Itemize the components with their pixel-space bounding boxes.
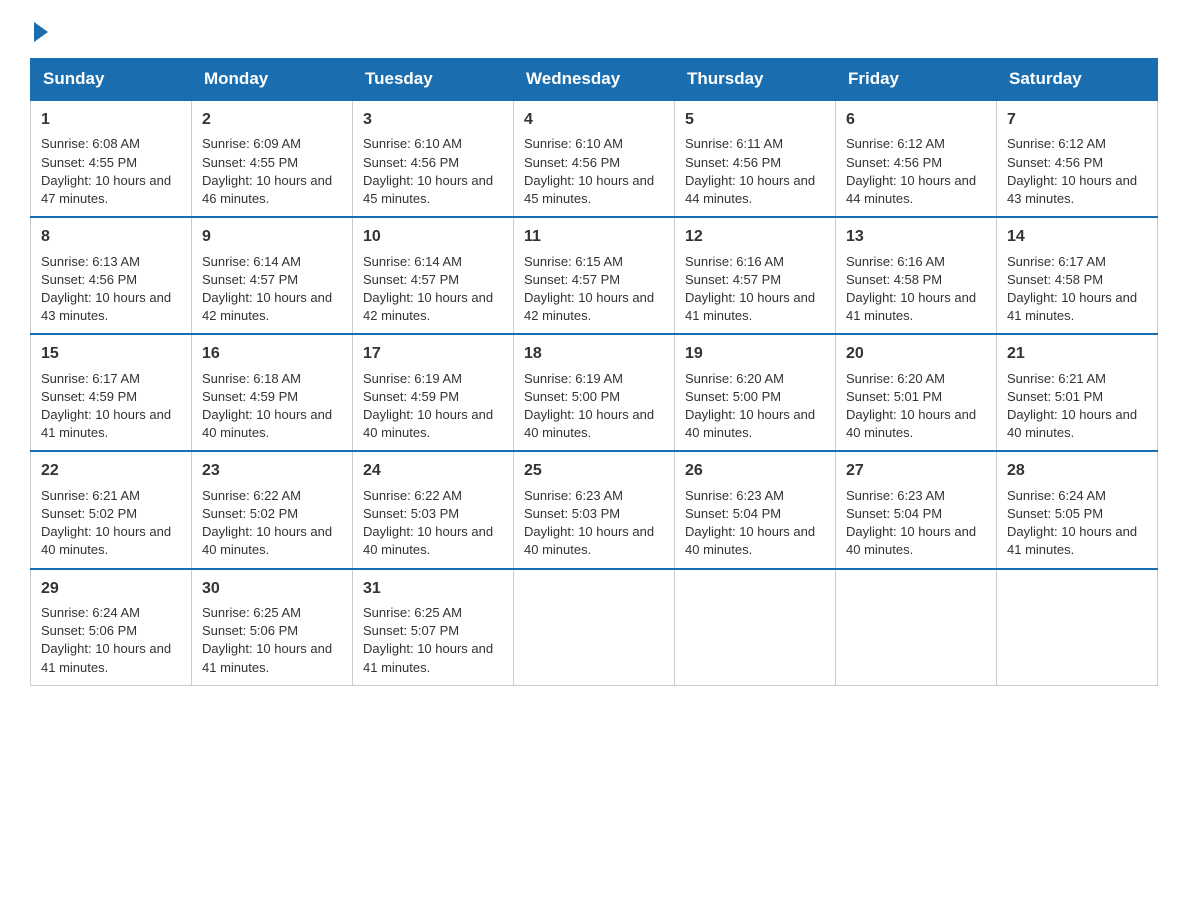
calendar-cell	[836, 569, 997, 686]
calendar-cell	[514, 569, 675, 686]
calendar-cell: 28Sunrise: 6:24 AMSunset: 5:05 PMDayligh…	[997, 451, 1158, 568]
calendar-cell: 3Sunrise: 6:10 AMSunset: 4:56 PMDaylight…	[353, 100, 514, 217]
page-header	[30, 20, 1158, 38]
day-number: 17	[363, 343, 503, 365]
calendar-cell: 6Sunrise: 6:12 AMSunset: 4:56 PMDaylight…	[836, 100, 997, 217]
day-number: 2	[202, 109, 342, 131]
day-number: 21	[1007, 343, 1147, 365]
day-number: 24	[363, 460, 503, 482]
calendar-cell: 30Sunrise: 6:25 AMSunset: 5:06 PMDayligh…	[192, 569, 353, 686]
day-number: 9	[202, 226, 342, 248]
calendar-cell: 22Sunrise: 6:21 AMSunset: 5:02 PMDayligh…	[31, 451, 192, 568]
calendar-cell: 18Sunrise: 6:19 AMSunset: 5:00 PMDayligh…	[514, 334, 675, 451]
weekday-header-saturday: Saturday	[997, 59, 1158, 101]
logo-arrow-icon	[34, 22, 48, 42]
day-number: 27	[846, 460, 986, 482]
day-number: 19	[685, 343, 825, 365]
calendar-cell: 2Sunrise: 6:09 AMSunset: 4:55 PMDaylight…	[192, 100, 353, 217]
calendar-cell: 25Sunrise: 6:23 AMSunset: 5:03 PMDayligh…	[514, 451, 675, 568]
calendar-cell	[675, 569, 836, 686]
day-number: 28	[1007, 460, 1147, 482]
day-number: 7	[1007, 109, 1147, 131]
day-number: 25	[524, 460, 664, 482]
calendar-cell: 21Sunrise: 6:21 AMSunset: 5:01 PMDayligh…	[997, 334, 1158, 451]
calendar-cell: 17Sunrise: 6:19 AMSunset: 4:59 PMDayligh…	[353, 334, 514, 451]
weekday-header-sunday: Sunday	[31, 59, 192, 101]
day-number: 31	[363, 578, 503, 600]
calendar-cell: 15Sunrise: 6:17 AMSunset: 4:59 PMDayligh…	[31, 334, 192, 451]
calendar-cell: 16Sunrise: 6:18 AMSunset: 4:59 PMDayligh…	[192, 334, 353, 451]
day-number: 10	[363, 226, 503, 248]
day-number: 20	[846, 343, 986, 365]
calendar-cell: 23Sunrise: 6:22 AMSunset: 5:02 PMDayligh…	[192, 451, 353, 568]
calendar-cell: 31Sunrise: 6:25 AMSunset: 5:07 PMDayligh…	[353, 569, 514, 686]
day-number: 16	[202, 343, 342, 365]
day-number: 11	[524, 226, 664, 248]
day-number: 13	[846, 226, 986, 248]
day-number: 8	[41, 226, 181, 248]
day-number: 12	[685, 226, 825, 248]
calendar-cell: 7Sunrise: 6:12 AMSunset: 4:56 PMDaylight…	[997, 100, 1158, 217]
day-number: 26	[685, 460, 825, 482]
calendar-cell: 11Sunrise: 6:15 AMSunset: 4:57 PMDayligh…	[514, 217, 675, 334]
day-number: 1	[41, 109, 181, 131]
weekday-header-friday: Friday	[836, 59, 997, 101]
day-number: 30	[202, 578, 342, 600]
day-number: 5	[685, 109, 825, 131]
weekday-header-monday: Monday	[192, 59, 353, 101]
calendar-cell: 26Sunrise: 6:23 AMSunset: 5:04 PMDayligh…	[675, 451, 836, 568]
calendar-cell: 10Sunrise: 6:14 AMSunset: 4:57 PMDayligh…	[353, 217, 514, 334]
day-number: 23	[202, 460, 342, 482]
day-number: 6	[846, 109, 986, 131]
calendar-cell: 27Sunrise: 6:23 AMSunset: 5:04 PMDayligh…	[836, 451, 997, 568]
calendar-cell: 5Sunrise: 6:11 AMSunset: 4:56 PMDaylight…	[675, 100, 836, 217]
day-number: 22	[41, 460, 181, 482]
weekday-header-tuesday: Tuesday	[353, 59, 514, 101]
calendar-cell: 20Sunrise: 6:20 AMSunset: 5:01 PMDayligh…	[836, 334, 997, 451]
day-number: 15	[41, 343, 181, 365]
calendar-cell: 24Sunrise: 6:22 AMSunset: 5:03 PMDayligh…	[353, 451, 514, 568]
calendar-table: SundayMondayTuesdayWednesdayThursdayFrid…	[30, 58, 1158, 686]
day-number: 18	[524, 343, 664, 365]
day-number: 4	[524, 109, 664, 131]
calendar-cell: 19Sunrise: 6:20 AMSunset: 5:00 PMDayligh…	[675, 334, 836, 451]
day-number: 14	[1007, 226, 1147, 248]
calendar-cell: 13Sunrise: 6:16 AMSunset: 4:58 PMDayligh…	[836, 217, 997, 334]
calendar-cell: 12Sunrise: 6:16 AMSunset: 4:57 PMDayligh…	[675, 217, 836, 334]
calendar-cell: 8Sunrise: 6:13 AMSunset: 4:56 PMDaylight…	[31, 217, 192, 334]
calendar-cell: 9Sunrise: 6:14 AMSunset: 4:57 PMDaylight…	[192, 217, 353, 334]
calendar-cell: 14Sunrise: 6:17 AMSunset: 4:58 PMDayligh…	[997, 217, 1158, 334]
calendar-cell: 29Sunrise: 6:24 AMSunset: 5:06 PMDayligh…	[31, 569, 192, 686]
day-number: 3	[363, 109, 503, 131]
weekday-header-thursday: Thursday	[675, 59, 836, 101]
calendar-cell: 4Sunrise: 6:10 AMSunset: 4:56 PMDaylight…	[514, 100, 675, 217]
calendar-cell: 1Sunrise: 6:08 AMSunset: 4:55 PMDaylight…	[31, 100, 192, 217]
day-number: 29	[41, 578, 181, 600]
logo	[30, 20, 48, 38]
calendar-cell	[997, 569, 1158, 686]
weekday-header-wednesday: Wednesday	[514, 59, 675, 101]
